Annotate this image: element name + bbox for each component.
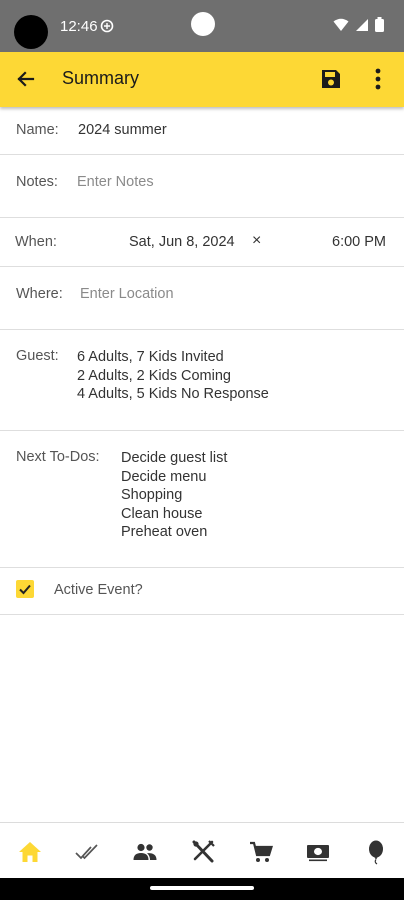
when-row: When: Sat, Jun 8, 2024 × 6:00 PM bbox=[0, 218, 404, 267]
active-event-row: Active Event? bbox=[0, 568, 404, 615]
utensils-icon[interactable] bbox=[190, 839, 216, 865]
date-picker[interactable]: Sat, Jun 8, 2024 bbox=[129, 234, 235, 250]
time-picker[interactable]: 6:00 PM bbox=[332, 234, 386, 250]
sync-icon bbox=[100, 19, 114, 33]
where-label: Where: bbox=[16, 286, 63, 302]
camera-cutout bbox=[14, 15, 48, 49]
people-icon[interactable] bbox=[132, 839, 158, 865]
status-bar: 12:46 bbox=[0, 0, 404, 52]
balloon-icon[interactable] bbox=[363, 839, 389, 865]
todo-item: Preheat oven bbox=[121, 524, 208, 540]
where-input[interactable]: Enter Location bbox=[80, 286, 174, 302]
todos-label: Next To-Dos: bbox=[16, 449, 100, 465]
name-label: Name: bbox=[16, 122, 59, 138]
wifi-icon bbox=[333, 18, 349, 31]
back-arrow-icon[interactable] bbox=[14, 68, 36, 90]
todo-item: Decide menu bbox=[121, 468, 207, 485]
home-icon[interactable] bbox=[17, 839, 43, 865]
page-title: Summary bbox=[62, 68, 140, 88]
guest-line: 6 Adults, 7 Kids Invited bbox=[77, 349, 224, 365]
todos-row[interactable]: Next To-Dos: Decide guest list Decide me… bbox=[0, 431, 404, 568]
notes-input[interactable]: Enter Notes bbox=[77, 174, 154, 190]
when-label: When: bbox=[15, 234, 57, 250]
guest-row[interactable]: Guest: 6 Adults, 7 Kids Invited 2 Adults… bbox=[0, 330, 404, 431]
active-event-checkbox[interactable] bbox=[16, 580, 34, 598]
more-vert-icon[interactable] bbox=[366, 66, 390, 92]
app-bar: Summary bbox=[0, 52, 404, 107]
gesture-bar bbox=[0, 878, 404, 900]
notes-row: Notes: Enter Notes bbox=[0, 155, 404, 218]
guest-label: Guest: bbox=[16, 348, 59, 364]
battery-icon bbox=[375, 17, 384, 32]
name-input[interactable]: 2024 summer bbox=[78, 122, 167, 138]
guest-line: 2 Adults, 2 Kids Coming bbox=[77, 367, 231, 384]
save-icon[interactable] bbox=[320, 68, 342, 90]
guest-summary: 6 Adults, 7 Kids Invited 2 Adults, 2 Kid… bbox=[77, 348, 269, 404]
double-check-icon[interactable] bbox=[74, 839, 100, 865]
check-icon bbox=[19, 584, 31, 595]
front-camera-dot bbox=[191, 12, 215, 36]
todo-item: Decide guest list bbox=[121, 450, 228, 466]
notes-label: Notes: bbox=[16, 174, 58, 190]
where-row: Where: Enter Location bbox=[0, 267, 404, 330]
bottom-nav bbox=[0, 822, 404, 878]
todo-item: Clean house bbox=[121, 505, 203, 522]
todo-item: Shopping bbox=[121, 487, 183, 503]
active-event-label: Active Event? bbox=[54, 582, 143, 598]
system-icons bbox=[333, 17, 384, 32]
signal-icon bbox=[356, 18, 368, 31]
cart-icon[interactable] bbox=[248, 839, 274, 865]
todo-list: Decide guest list Decide menu Shopping C… bbox=[121, 449, 227, 542]
home-gesture-handle[interactable] bbox=[150, 886, 254, 890]
status-time: 12:46 bbox=[60, 18, 98, 35]
guest-line: 4 Adults, 5 Kids No Response bbox=[77, 386, 269, 402]
clear-date-button[interactable]: × bbox=[252, 232, 261, 250]
name-row: Name: 2024 summer bbox=[0, 107, 404, 155]
money-icon[interactable] bbox=[305, 839, 331, 865]
